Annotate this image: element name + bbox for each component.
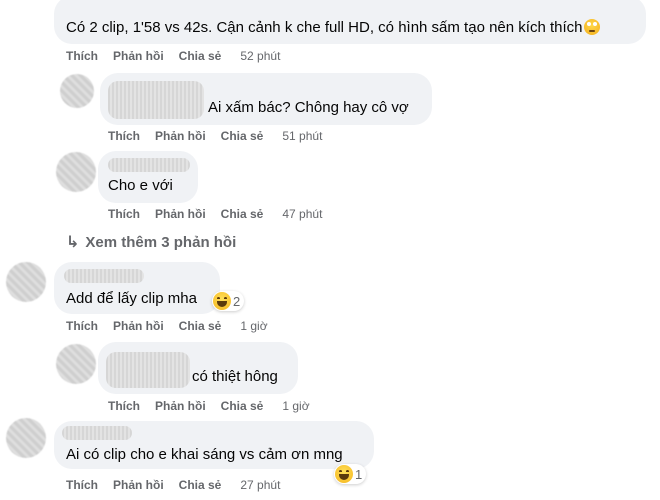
blurred-author-name[interactable] (62, 426, 132, 440)
reaction-count: 1 (355, 466, 363, 482)
share-button[interactable]: Chia sẻ (221, 206, 264, 222)
like-button[interactable]: Thích (66, 48, 98, 64)
haha-reaction-icon (335, 465, 353, 483)
reply-button[interactable]: Phản hồi (113, 318, 164, 334)
like-button[interactable]: Thích (108, 206, 140, 222)
like-button[interactable]: Thích (66, 318, 98, 334)
reaction-badge[interactable]: 1 (334, 464, 367, 484)
avatar[interactable] (6, 418, 46, 458)
blurred-author-name[interactable] (106, 352, 190, 388)
rolling-eyes-emoji-icon (584, 19, 601, 35)
like-button[interactable]: Thích (66, 477, 98, 493)
reaction-badge[interactable]: 2 (212, 291, 245, 311)
comment-text-5: có thiệt hông (192, 368, 278, 385)
comment-time[interactable]: 1 giờ (282, 398, 309, 414)
comment-bubble-1: Có 2 clip, 1'58 vs 42s. Cận cảnh k che f… (54, 0, 646, 44)
see-more-label: Xem thêm 3 phản hồi (85, 233, 237, 251)
reply-button[interactable]: Phản hồi (155, 206, 206, 222)
avatar[interactable] (6, 262, 46, 302)
reply-arrow-icon: ↳ (66, 234, 80, 251)
reaction-count: 2 (233, 293, 241, 309)
comment-text-3: Cho e với (108, 177, 173, 194)
see-more-replies-link[interactable]: ↳ Xem thêm 3 phản hồi (66, 232, 236, 252)
comment-time[interactable]: 52 phút (240, 48, 280, 64)
haha-reaction-icon (213, 292, 231, 310)
share-button[interactable]: Chia sẻ (221, 128, 264, 144)
comment-bubble-3: Cho e với (98, 151, 198, 203)
reply-button[interactable]: Phản hồi (155, 398, 206, 414)
comment-actions-3: Thích Phản hồi Chia sẻ 47 phút (108, 206, 322, 222)
like-button[interactable]: Thích (108, 128, 140, 144)
comment-bubble-6: Ai có clip cho e khai sáng vs cảm ơn mng (54, 421, 374, 469)
comment-time[interactable]: 51 phút (282, 128, 322, 144)
comment-actions-2: Thích Phản hồi Chia sẻ 51 phút (108, 128, 322, 144)
comment-time[interactable]: 47 phút (282, 206, 322, 222)
comment-bubble-5: có thiệt hông (98, 342, 298, 394)
like-button[interactable]: Thích (108, 398, 140, 414)
comment-actions-5: Thích Phản hồi Chia sẻ 1 giờ (108, 398, 310, 414)
share-button[interactable]: Chia sẻ (221, 398, 264, 414)
share-button[interactable]: Chia sẻ (179, 318, 222, 334)
comment-text-1: Có 2 clip, 1'58 vs 42s. Cận cảnh k che f… (66, 19, 583, 36)
comment-actions-6: Thích Phản hồi Chia sẻ 27 phút (66, 477, 280, 493)
avatar[interactable] (60, 74, 94, 108)
reply-button[interactable]: Phản hồi (113, 477, 164, 493)
share-button[interactable]: Chia sẻ (179, 48, 222, 64)
comment-time[interactable]: 1 giờ (240, 318, 267, 334)
blurred-author-name[interactable] (108, 81, 204, 119)
blurred-author-name[interactable] (108, 158, 190, 172)
reply-button[interactable]: Phản hồi (155, 128, 206, 144)
reply-button[interactable]: Phản hồi (113, 48, 164, 64)
comment-bubble-2: Ai xấm bác? Chông hay cô vợ (100, 73, 432, 125)
comment-text-4: Add để lấy clip mha (66, 290, 197, 307)
share-button[interactable]: Chia sẻ (179, 477, 222, 493)
comment-time[interactable]: 27 phút (240, 477, 280, 493)
blurred-author-name[interactable] (64, 269, 144, 283)
avatar[interactable] (56, 344, 96, 384)
comment-text-6: Ai có clip cho e khai sáng vs cảm ơn mng (66, 446, 343, 463)
avatar[interactable] (56, 152, 96, 192)
comment-actions-4: Thích Phản hồi Chia sẻ 1 giờ (66, 318, 268, 334)
comment-bubble-4: Add để lấy clip mha (54, 262, 220, 314)
comment-text-2: Ai xấm bác? Chông hay cô vợ (208, 99, 409, 116)
comment-actions-1: Thích Phản hồi Chia sẻ 52 phút (66, 48, 280, 64)
